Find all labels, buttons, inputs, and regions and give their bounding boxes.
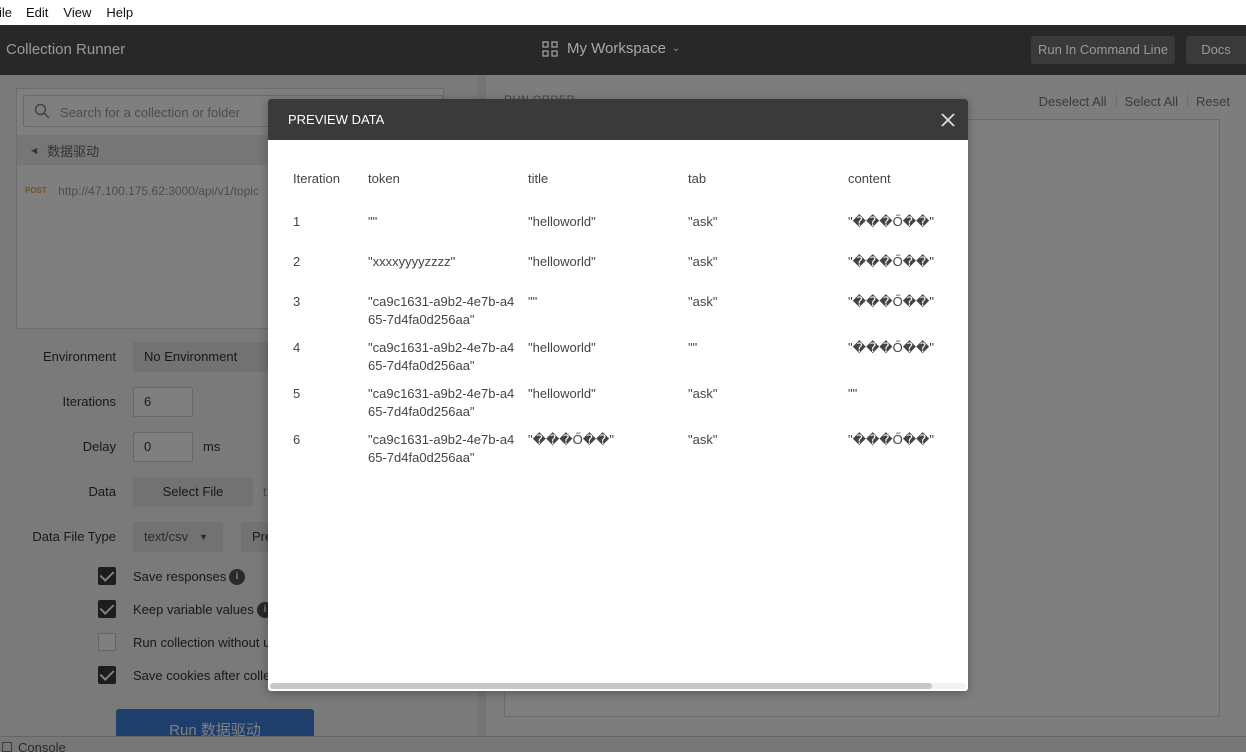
- token-value: "ca9c1631-a9b2-4e7b-a465-7d4fa0d256aa": [368, 432, 515, 465]
- table-row: 6 "ca9c1631-a9b2-4e7b-a465-7d4fa0d256aa"…: [288, 431, 963, 477]
- table-row: 3 "ca9c1631-a9b2-4e7b-a465-7d4fa0d256aa"…: [288, 293, 963, 339]
- table-header-row: Iteration token title tab content: [288, 171, 963, 213]
- table-cell: 6: [293, 432, 301, 447]
- table-cell: "ca9c1631-a9b2-4e7b-a465-7d4fa0d256aa": [363, 385, 523, 431]
- docs-button[interactable]: Docs: [1186, 36, 1246, 64]
- table-cell: "���Ő��": [848, 340, 934, 355]
- column-header: token: [368, 171, 400, 186]
- table-cell: 1: [293, 214, 301, 229]
- table-row: 1 "" "helloworld" "ask" "���Ő��": [288, 213, 963, 253]
- chevron-down-icon: ⌄: [671, 43, 681, 54]
- app-header: Collection Runner My Workspace ⌄ Run In …: [0, 25, 1246, 75]
- menu-view[interactable]: View: [63, 5, 91, 20]
- table-cell: "helloworld": [528, 254, 596, 269]
- table-cell: "ask": [688, 294, 718, 309]
- preview-table: Iteration token title tab content 1 "" "…: [288, 171, 963, 477]
- horizontal-scrollbar-thumb[interactable]: [270, 683, 932, 689]
- table-row: 4 "ca9c1631-a9b2-4e7b-a465-7d4fa0d256aa"…: [288, 339, 963, 385]
- table-cell: "���Ő��": [848, 254, 934, 269]
- table-cell: "": [688, 340, 698, 355]
- table-cell: "���Ő��": [528, 432, 614, 447]
- menu-file[interactable]: ile: [0, 5, 12, 20]
- column-header: tab: [688, 171, 707, 186]
- table-cell: "": [528, 294, 538, 309]
- table-cell: "ask": [688, 254, 718, 269]
- table-cell: 5: [293, 386, 301, 401]
- token-value: "ca9c1631-a9b2-4e7b-a465-7d4fa0d256aa": [368, 340, 515, 373]
- run-in-command-line-button[interactable]: Run In Command Line: [1031, 36, 1175, 64]
- preview-data-modal: PREVIEW DATA Iteration token title tab c…: [268, 99, 968, 691]
- table-cell: "helloworld": [528, 386, 596, 401]
- table-cell: "ask": [688, 214, 718, 229]
- modal-title: PREVIEW DATA: [288, 112, 385, 127]
- modal-header: PREVIEW DATA: [268, 99, 968, 140]
- table-cell: "ca9c1631-a9b2-4e7b-a465-7d4fa0d256aa": [363, 339, 523, 385]
- table-cell: 3: [293, 294, 301, 309]
- table-cell: "ask": [688, 386, 718, 401]
- table-cell: "���Ő��": [848, 214, 934, 229]
- column-header: title: [528, 171, 549, 186]
- table-cell: "helloworld": [528, 214, 596, 229]
- app-window: ile Edit View Help Collection Runner My …: [0, 0, 1246, 752]
- table-cell: "helloworld": [528, 340, 596, 355]
- workspace-name: My Workspace: [567, 40, 666, 57]
- table-cell: "ask": [688, 432, 718, 447]
- menu-bar: ile Edit View Help: [0, 0, 1246, 25]
- column-header: content: [848, 171, 891, 186]
- table-cell: "���Ő��": [848, 432, 934, 447]
- table-cell: "xxxxyyyyzzzz": [368, 254, 456, 269]
- table-cell: "": [368, 214, 378, 229]
- table-cell: "": [848, 386, 858, 401]
- column-header: Iteration: [293, 171, 340, 186]
- app-title: Collection Runner: [6, 41, 126, 58]
- table-cell: 2: [293, 254, 301, 269]
- table-cell: "���Ő��": [848, 294, 934, 309]
- close-icon[interactable]: [940, 112, 956, 128]
- menu-edit[interactable]: Edit: [26, 5, 48, 20]
- menu-help[interactable]: Help: [106, 5, 133, 20]
- workspace-switcher[interactable]: My Workspace ⌄: [542, 40, 680, 57]
- token-value: "ca9c1631-a9b2-4e7b-a465-7d4fa0d256aa": [368, 386, 515, 419]
- table-cell: "ca9c1631-a9b2-4e7b-a465-7d4fa0d256aa": [363, 293, 523, 339]
- table-cell: "ca9c1631-a9b2-4e7b-a465-7d4fa0d256aa": [363, 431, 523, 477]
- table-cell: 4: [293, 340, 301, 355]
- token-value: "ca9c1631-a9b2-4e7b-a465-7d4fa0d256aa": [368, 294, 515, 327]
- grid-icon: [542, 40, 558, 57]
- table-row: 2 "xxxxyyyyzzzz" "helloworld" "ask" "���…: [288, 253, 963, 293]
- table-row: 5 "ca9c1631-a9b2-4e7b-a465-7d4fa0d256aa"…: [288, 385, 963, 431]
